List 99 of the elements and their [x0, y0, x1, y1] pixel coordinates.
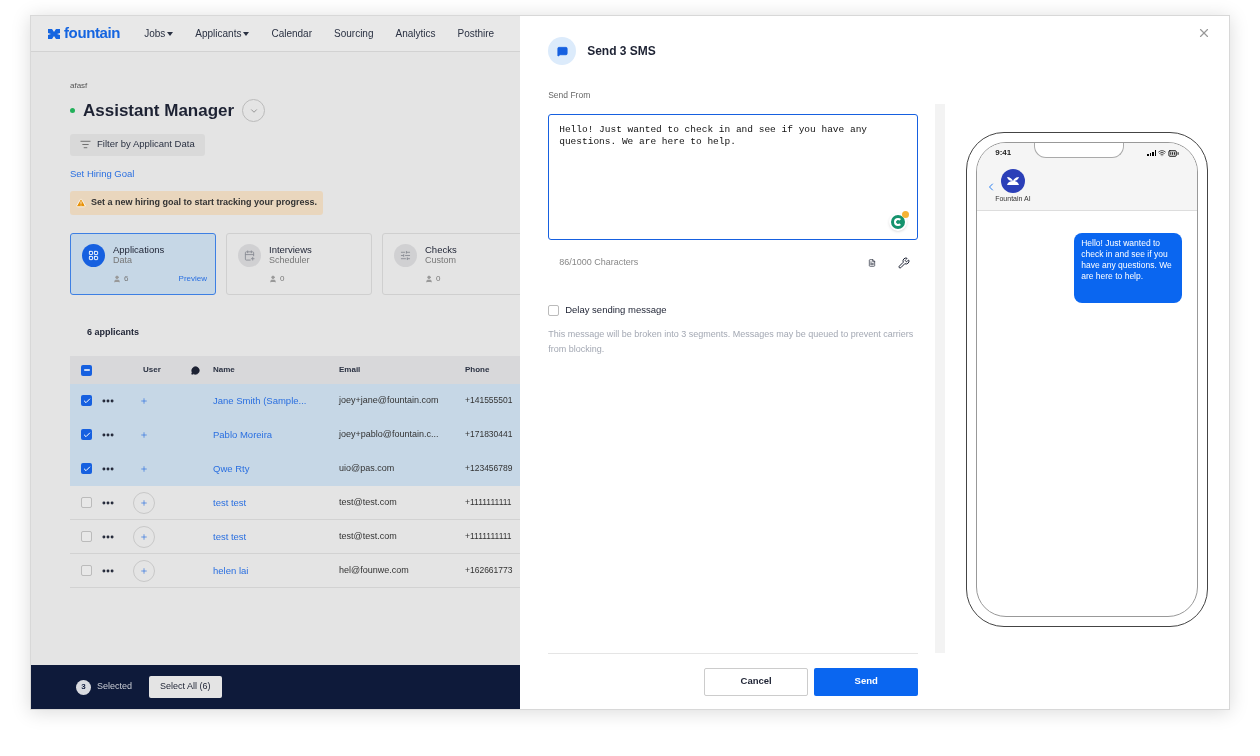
applicants-count: 6 applicants — [87, 325, 141, 339]
nav-item[interactable]: Posthire — [457, 26, 495, 41]
comment-icon — [191, 365, 200, 375]
table-row[interactable]: Jane Smith (Sample... joey+jane@fountain.com +141555501 — [70, 384, 521, 419]
person-icon — [269, 274, 277, 283]
send-button[interactable]: Send — [814, 667, 919, 696]
delay-checkbox[interactable] — [548, 304, 560, 316]
module-card[interactable]: Interviews Scheduler 0 — [226, 232, 372, 295]
row-checkbox[interactable] — [81, 531, 92, 543]
signal-icon — [1147, 150, 1157, 156]
delay-label: Delay sending message — [565, 303, 667, 318]
close-button[interactable] — [1197, 26, 1211, 40]
wrench-icon[interactable] — [898, 256, 911, 269]
filter-icon — [80, 139, 91, 150]
check-icon — [82, 396, 91, 405]
contact-avatar — [1000, 168, 1025, 193]
module-card[interactable]: Applications Data 6 Preview — [70, 232, 216, 295]
card-count: 0 — [436, 272, 441, 285]
phone-cell-text: +141555501 — [464, 394, 514, 408]
applicant-name-link[interactable]: test test — [213, 495, 339, 510]
column-header: Phone — [464, 364, 491, 377]
check-icon — [82, 430, 91, 439]
battery-icon — [1168, 147, 1180, 159]
sms-icon — [548, 37, 577, 65]
phone-cell-text: +1111111111 — [464, 530, 513, 544]
caret-icon — [167, 31, 174, 36]
card-title: Interviews — [269, 243, 313, 255]
card-icon — [82, 243, 105, 267]
applicant-name-link[interactable]: test test — [213, 529, 339, 544]
send-from-label: Send From — [548, 89, 592, 102]
card-icon — [238, 243, 261, 267]
modal-title: Send 3 SMS — [587, 43, 656, 60]
email-cell-text: hel@founwe.com — [339, 564, 410, 577]
email-cell-text: joey+jane@fountain.com — [339, 394, 440, 407]
warning-icon — [76, 197, 86, 208]
email-cell-text: test@test.com — [339, 530, 398, 543]
applicant-name-link[interactable]: helen lai — [213, 563, 339, 578]
job-title: Assistant Manager — [83, 100, 235, 122]
person-icon — [425, 274, 433, 283]
plus-icon — [140, 430, 148, 439]
email-cell-text: test@test.com — [339, 496, 398, 509]
card-count: 6 — [124, 272, 129, 285]
email-cell-text: uio@pas.com — [339, 462, 396, 475]
row-checkbox[interactable] — [81, 395, 92, 407]
selected-count-badge: 3 — [76, 679, 91, 695]
card-icon — [394, 243, 417, 267]
document-icon[interactable] — [868, 258, 877, 267]
plus-icon — [140, 498, 148, 507]
nav-item[interactable]: Analytics — [395, 26, 436, 41]
selected-label: Selected — [97, 680, 133, 694]
module-card[interactable]: Checks Custom 0 — [382, 232, 521, 295]
table-row[interactable]: Pablo Moreira joey+pablo@fountain.c... +171830441 — [70, 418, 521, 453]
email-cell-text: joey+pablo@fountain.c... — [339, 428, 440, 441]
row-checkbox[interactable] — [81, 429, 92, 441]
card-title: Applications — [113, 243, 166, 255]
plus-icon — [140, 532, 148, 541]
card-subtitle: Scheduler — [269, 254, 311, 266]
card-subtitle: Data — [113, 254, 132, 266]
alert-text: Set a new hiring goal to start tracking your progress. — [91, 196, 318, 209]
select-all-button[interactable]: Select All (6) — [149, 676, 222, 698]
segments-note: This message will be broken into 3 segments. Messages may be queued to prevent carriers from blocking. — [548, 327, 915, 356]
person-icon — [113, 274, 121, 283]
plus-icon — [140, 396, 148, 405]
card-title: Checks — [425, 243, 458, 255]
caret-icon — [243, 31, 250, 36]
breadcrumb: afasf — [70, 80, 89, 92]
phone-cell-text: +123456789 — [464, 462, 514, 476]
message-bubble: Hello! Just wanted to check in and see if you have any questions. We are here to help. — [1074, 233, 1183, 303]
plus-icon — [140, 566, 148, 575]
grammar-check-icon — [889, 212, 908, 231]
nav-item[interactable]: Sourcing — [334, 26, 374, 41]
wifi-icon — [1158, 149, 1167, 157]
message-field[interactable]: Hello! Just wanted to check in and see if you have any questions. We are here to help. — [548, 113, 919, 240]
logo-text: fountain — [64, 23, 121, 44]
character-count: 86/1000 Characters — [559, 255, 639, 269]
message-text: Hello! Just wanted to check in and see if you have any questions. We are here to help. — [559, 123, 869, 148]
row-checkbox[interactable] — [81, 565, 92, 577]
table-row[interactable]: Qwe Rty uio@pas.com +123456789 — [70, 452, 521, 487]
nav-item[interactable]: Calendar — [271, 26, 312, 41]
phone-cell-text: +171830441 — [464, 428, 514, 442]
cancel-button[interactable]: Cancel — [704, 667, 809, 696]
nav-item[interactable]: Jobs — [144, 26, 174, 41]
column-header: Name — [213, 364, 236, 377]
nav-item[interactable]: Applicants — [195, 26, 250, 41]
plus-icon — [140, 464, 148, 473]
phone-cell-text: +162661773 — [464, 564, 514, 578]
status-time: 9:41 — [995, 147, 1012, 159]
select-all-checkbox[interactable] — [81, 364, 92, 376]
check-icon — [82, 464, 91, 473]
row-checkbox[interactable] — [81, 463, 92, 475]
column-header: Email — [339, 364, 362, 377]
card-subtitle: Custom — [425, 254, 457, 266]
set-goal-link[interactable]: Set Hiring Goal — [70, 166, 135, 181]
filter-button[interactable]: Filter by Applicant Data — [70, 133, 205, 156]
card-count: 0 — [280, 272, 285, 285]
row-checkbox[interactable] — [81, 497, 92, 509]
phone-cell-text: +1111111111 — [464, 496, 513, 510]
column-header: User — [142, 364, 162, 377]
logo-icon — [47, 27, 61, 40]
